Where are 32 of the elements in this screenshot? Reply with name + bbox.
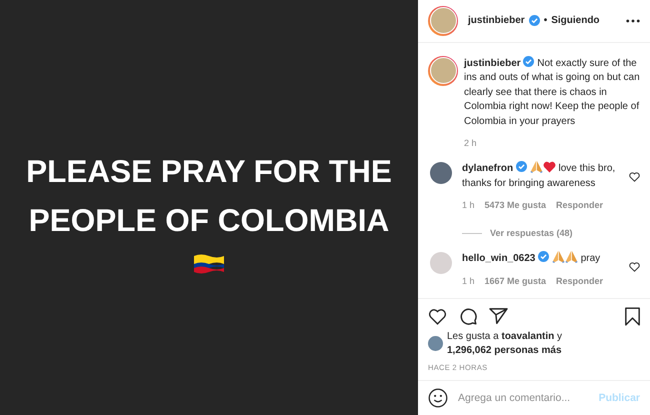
avatar[interactable]: [428, 6, 458, 36]
comment-icon[interactable]: [459, 307, 477, 326]
avatar[interactable]: [428, 336, 443, 352]
comment-time: 1 h: [462, 200, 475, 210]
comment-text: hello_win_0623 pray: [462, 250, 629, 267]
emoji-icon[interactable]: [428, 388, 448, 408]
praying-hands-icon: [564, 250, 578, 264]
comment-text: dylanefron love this bro, thanks for bringing awareness: [462, 160, 629, 192]
like-icon[interactable]: [629, 262, 640, 272]
comment-time: 1 h: [462, 276, 475, 286]
separator-dot: •: [544, 15, 548, 26]
comment-input-field[interactable]: Agrega un comentario...: [458, 392, 589, 404]
flag-icon: [193, 252, 225, 274]
more-options-icon[interactable]: [626, 18, 640, 23]
username-link[interactable]: hello_win_0623: [462, 253, 536, 264]
username-link[interactable]: dylanefron: [462, 163, 514, 174]
avatar[interactable]: [430, 162, 452, 184]
comment-time: 2 h: [464, 138, 477, 148]
bookmark-icon[interactable]: [625, 306, 640, 326]
like-icon[interactable]: [428, 308, 447, 325]
share-icon[interactable]: [489, 308, 508, 325]
caption-text: justinbieber Not exactly sure of the ins and outs of what is going on but can clearly see that there is chaos in Colombia right now! Keep the people of Colombia in your prayers: [464, 56, 640, 129]
praying-hands-icon: [530, 160, 543, 174]
praying-hands-icon: [552, 250, 565, 264]
headline-text: PLEASE PRAY FOR THE PEOPLE OF COLOMBIA: [25, 152, 393, 240]
heart-icon: [542, 161, 556, 174]
username-link[interactable]: justinbieber: [468, 15, 525, 26]
likes-text[interactable]: Les gusta a toavalantin y 1,296,062 personas más: [447, 330, 597, 358]
avatar[interactable]: [428, 56, 458, 86]
follow-status-link[interactable]: Siguiendo: [551, 15, 600, 26]
username-link[interactable]: justinbieber: [464, 58, 521, 69]
like-icon[interactable]: [629, 172, 640, 182]
